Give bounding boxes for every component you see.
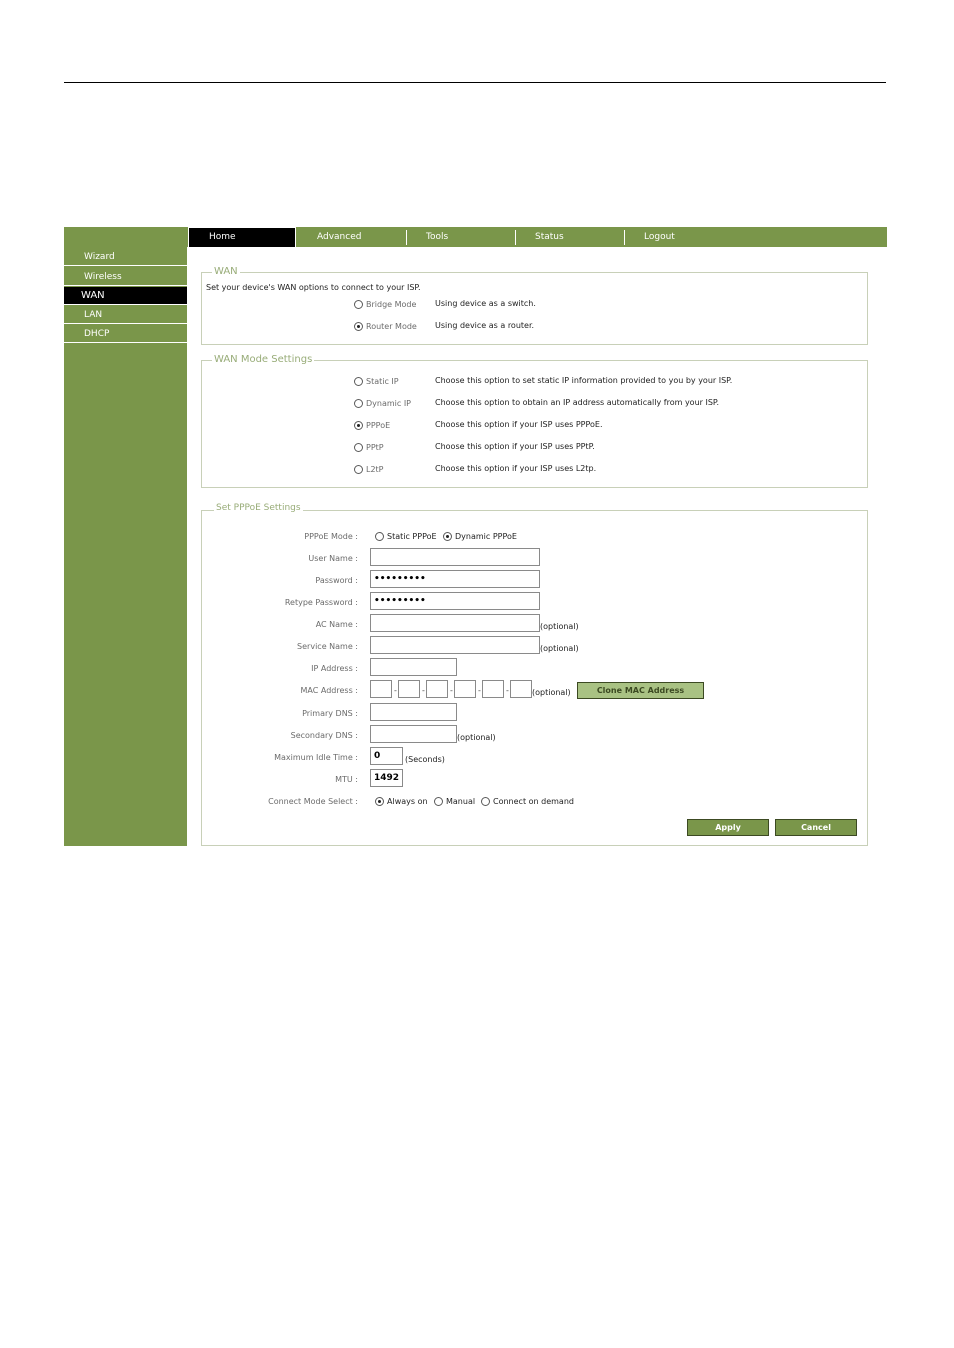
primary-dns-label: Primary DNS : [302,709,358,718]
mac-separator: - [394,686,397,695]
wan-panel: WAN Set your device's WAN options to con… [201,266,868,345]
sidebar: Wizard Wireless WAN LAN DHCP [64,227,187,846]
service-name-input[interactable] [370,636,540,654]
bridge-mode-label: Bridge Mode [366,300,417,309]
wan-intro-text: Set your device's WAN options to connect… [206,283,421,292]
pppoe-desc: Choose this option if your ISP uses PPPo… [435,420,603,429]
mac-address-octet-1[interactable] [370,680,392,698]
mac-address-label: MAC Address : [300,686,358,695]
sidebar-item-lan[interactable]: LAN [64,306,187,324]
retype-password-input[interactable]: ••••••••• [370,592,540,610]
dynamic-pppoe-label: Dynamic PPPoE [455,532,517,541]
mac-address-optional: (optional) [532,688,571,697]
static-ip-radio[interactable] [354,377,363,386]
user-name-input[interactable] [370,548,540,566]
connect-on-demand-label: Connect on demand [493,797,574,806]
ip-address-label: IP Address : [311,664,358,673]
password-input[interactable]: ••••••••• [370,570,540,588]
wan-legend: WAN [212,266,240,277]
ac-name-optional: (optional) [540,622,579,631]
l2tp-label: L2tP [366,465,384,474]
primary-dns-input[interactable] [370,703,457,721]
wan-mode-panel: WAN Mode Settings Static IP Choose this … [201,354,868,488]
pppoe-radio[interactable] [354,421,363,430]
mac-address-octet-4[interactable] [454,680,476,698]
ip-address-input[interactable] [370,658,457,676]
apply-button[interactable]: Apply [687,819,769,836]
sidebar-item-dhcp[interactable]: DHCP [64,325,187,343]
bridge-mode-desc: Using device as a switch. [435,299,536,308]
connect-mode-label: Connect Mode Select : [268,797,358,806]
mac-address-octet-3[interactable] [426,680,448,698]
l2tp-desc: Choose this option if your ISP uses L2tp… [435,464,597,473]
secondary-dns-optional: (optional) [457,733,496,742]
always-on-radio[interactable] [375,797,384,806]
static-pppoe-label: Static PPPoE [387,532,437,541]
wan-mode-legend: WAN Mode Settings [212,354,315,365]
mac-address-octet-2[interactable] [398,680,420,698]
clone-mac-address-button[interactable]: Clone MAC Address [577,682,704,699]
l2tp-radio[interactable] [354,465,363,474]
user-name-label: User Name : [308,554,358,563]
service-name-label: Service Name : [297,642,358,651]
dynamic-ip-label: Dynamic IP [366,399,412,408]
pppoe-settings-legend: Set PPPoE Settings [214,503,303,513]
top-navigation: Home Advanced Tools Status Logout [187,227,887,247]
connect-on-demand-radio[interactable] [481,797,490,806]
mac-address-octet-5[interactable] [482,680,504,698]
static-pppoe-radio[interactable] [375,532,384,541]
manual-label: Manual [446,797,476,806]
tab-home[interactable]: Home [188,227,296,247]
bridge-mode-radio[interactable] [354,300,363,309]
cancel-button[interactable]: Cancel [775,819,857,836]
ac-name-input[interactable] [370,614,540,632]
always-on-label: Always on [387,797,428,806]
page-rule [64,82,886,83]
max-idle-time-unit: (Seconds) [405,755,445,764]
sidebar-item-wan[interactable]: WAN [64,287,187,305]
password-label: Password : [315,576,358,585]
ac-name-label: AC Name : [315,620,358,629]
sidebar-item-wizard[interactable]: Wizard [64,248,187,266]
pppoe-settings-panel: Set PPPoE Settings PPPoE Mode : Static P… [201,503,868,846]
tab-logout[interactable]: Logout [624,227,732,247]
static-ip-label: Static IP [366,377,399,386]
mac-separator: - [422,686,425,695]
mac-separator: - [478,686,481,695]
secondary-dns-input[interactable] [370,725,457,743]
mac-address-octet-6[interactable] [510,680,532,698]
pptp-desc: Choose this option if your ISP uses PPtP… [435,442,595,451]
tab-advanced[interactable]: Advanced [297,227,405,247]
pppoe-mode-label: PPPoE Mode : [304,532,358,541]
tab-tools[interactable]: Tools [406,227,514,247]
retype-password-label: Retype Password : [284,598,358,607]
mtu-label: MTU : [335,775,358,784]
service-name-optional: (optional) [540,644,579,653]
router-admin-frame: Wizard Wireless WAN LAN DHCP Home Advanc… [64,227,887,846]
static-ip-desc: Choose this option to set static IP info… [435,376,733,385]
mac-separator: - [450,686,453,695]
mac-separator: - [506,686,509,695]
secondary-dns-label: Secondary DNS : [290,731,358,740]
pppoe-label: PPPoE [366,421,391,430]
manual-radio[interactable] [434,797,443,806]
dynamic-pppoe-radio[interactable] [443,532,452,541]
pptp-radio[interactable] [354,443,363,452]
dynamic-ip-desc: Choose this option to obtain an IP addre… [435,398,720,407]
router-mode-radio[interactable] [354,322,363,331]
router-mode-desc: Using device as a router. [435,321,535,330]
router-mode-label: Router Mode [366,322,417,331]
dynamic-ip-radio[interactable] [354,399,363,408]
sidebar-item-wireless[interactable]: Wireless [64,268,187,286]
tab-status[interactable]: Status [515,227,623,247]
max-idle-time-input[interactable]: 0 [370,747,403,765]
max-idle-time-label: Maximum Idle Time : [274,753,358,762]
mtu-input[interactable]: 1492 [370,769,403,787]
pptp-label: PPtP [366,443,384,452]
